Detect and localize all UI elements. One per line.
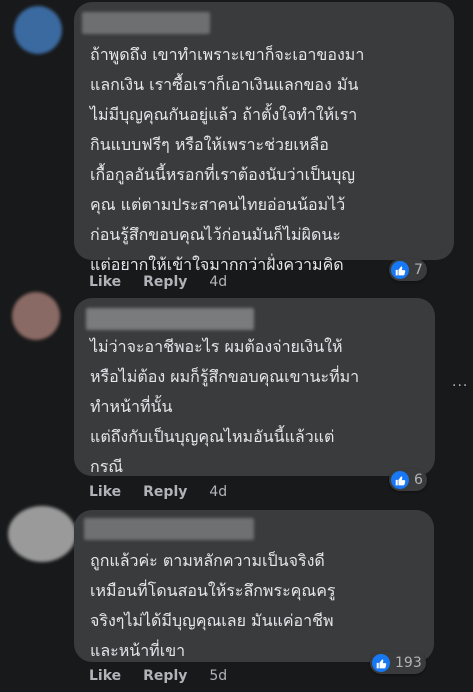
- reaction-count: 7: [414, 262, 423, 278]
- comment-text: ถ้าพูดถึง เขาทำเพราะเขาก็จะเอาของมา แลกเ…: [90, 45, 365, 274]
- comment-timestamp[interactable]: 4d: [209, 484, 227, 500]
- commenter-name-blurred[interactable]: [82, 12, 210, 34]
- thumbs-up-icon: [391, 471, 409, 489]
- comment-text: ไม่ว่าจะอาชีพอะไร ผมต้องจ่ายเงินให้ หรือ…: [90, 337, 360, 476]
- reaction-summary[interactable]: 7: [389, 259, 427, 281]
- reaction-summary[interactable]: 6: [389, 469, 427, 491]
- thumbs-up-icon: [372, 654, 390, 672]
- reply-button[interactable]: Reply: [143, 274, 187, 290]
- reply-button[interactable]: Reply: [143, 668, 187, 684]
- more-options-icon[interactable]: ···: [452, 378, 468, 394]
- comment-text: ถูกแล้วค่ะ ตามหลักความเป็นจริงดี เหมือนท…: [90, 551, 336, 660]
- avatar[interactable]: [8, 506, 76, 562]
- comment-actions: Like Reply 4d: [89, 482, 227, 502]
- comment-timestamp[interactable]: 5d: [209, 668, 227, 684]
- like-button[interactable]: Like: [89, 484, 121, 500]
- like-button[interactable]: Like: [89, 668, 121, 684]
- thumbs-up-icon: [391, 261, 409, 279]
- avatar[interactable]: [12, 292, 60, 340]
- commenter-name-blurred[interactable]: [86, 308, 254, 330]
- comment-actions: Like Reply 4d: [89, 272, 227, 292]
- reply-button[interactable]: Reply: [143, 484, 187, 500]
- comment-bubble: ไม่ว่าจะอาชีพอะไร ผมต้องจ่ายเงินให้ หรือ…: [74, 298, 435, 476]
- reaction-count: 193: [395, 655, 422, 671]
- comment-timestamp[interactable]: 4d: [209, 274, 227, 290]
- comments-section: ถ้าพูดถึง เขาทำเพราะเขาก็จะเอาของมา แลกเ…: [0, 0, 473, 692]
- comment-actions: Like Reply 5d: [89, 666, 227, 686]
- comment-bubble: ถ้าพูดถึง เขาทำเพราะเขาก็จะเอาของมา แลกเ…: [74, 2, 454, 274]
- reaction-count: 6: [414, 472, 423, 488]
- like-button[interactable]: Like: [89, 274, 121, 290]
- avatar[interactable]: [14, 6, 62, 54]
- comment-bubble: ถูกแล้วค่ะ ตามหลักความเป็นจริงดี เหมือนท…: [74, 510, 434, 662]
- commenter-name-blurred[interactable]: [84, 518, 254, 540]
- reaction-summary[interactable]: 193: [370, 652, 426, 674]
